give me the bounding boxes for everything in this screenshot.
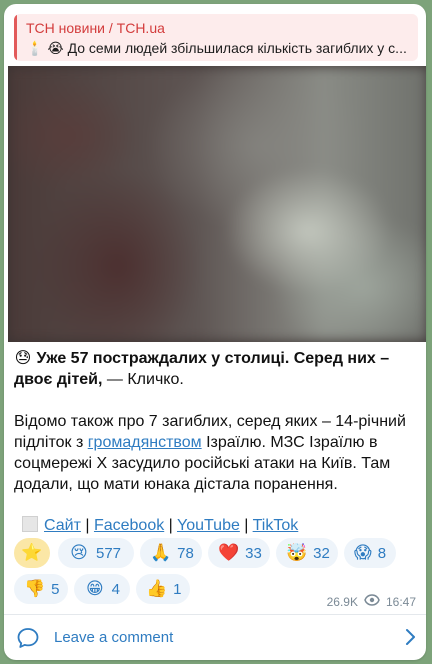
message-time: 16:47: [385, 594, 416, 609]
reaction-count: 32: [313, 544, 330, 562]
reply-quote[interactable]: ТСН новини / TCH.ua 🕯️ 😭 До семи людей з…: [14, 14, 418, 61]
separator: |: [164, 517, 177, 534]
sad-face-emoji: 😓: [14, 350, 32, 367]
reply-accent-bar: [14, 14, 17, 61]
reply-text: 🕯️ 😭 До семи людей збільшилася кількість…: [26, 40, 407, 56]
placeholder-square-icon: [22, 516, 38, 532]
reaction-star[interactable]: ⭐: [14, 538, 50, 568]
reaction-thumbs-up[interactable]: 👍 1: [136, 574, 190, 604]
view-count: 26.9K: [326, 594, 358, 609]
praying-hands-icon: 🙏: [150, 543, 172, 562]
reaction-count: 577: [96, 544, 122, 562]
paragraph-1: 😓 Уже 57 постраждалих у столиці. Серед н…: [14, 348, 418, 390]
comment-bubble-icon: [16, 627, 40, 654]
media-photo[interactable]: [8, 66, 426, 342]
eye-icon: [364, 594, 380, 609]
separator: |: [239, 517, 253, 534]
grinning-face-icon: 😁: [85, 579, 104, 598]
quote-attribution: — Кличко.: [102, 371, 184, 388]
comment-bar[interactable]: Leave a comment: [4, 615, 426, 660]
tiktok-link[interactable]: TikTok: [253, 517, 299, 534]
heart-icon: ❤️: [218, 543, 240, 562]
star-icon: ⭐: [21, 543, 43, 562]
mind-blown-icon: 🤯: [286, 543, 308, 562]
facebook-link[interactable]: Facebook: [94, 517, 164, 534]
reaction-count: 78: [177, 544, 194, 562]
bold-headline: Уже 57 постраждалих у столиці. Серед них…: [14, 350, 390, 388]
reaction-heart[interactable]: ❤️ 33: [208, 538, 270, 568]
youtube-link[interactable]: YouTube: [177, 517, 240, 534]
reaction-mind-blown[interactable]: 🤯 32: [276, 538, 338, 568]
message-text: 😓 Уже 57 постраждалих у столиці. Серед н…: [14, 348, 418, 495]
reaction-thumbs-down[interactable]: 👎 5: [14, 574, 68, 604]
citizenship-link[interactable]: громадянством: [88, 434, 202, 451]
message-meta: 26.9K 16:47: [327, 594, 416, 609]
reaction-crying[interactable]: 😢 577: [58, 538, 134, 568]
reaction-pray[interactable]: 🙏 78: [140, 538, 202, 568]
thumbs-up-icon: 👍: [146, 579, 168, 598]
reaction-count: 5: [51, 580, 60, 598]
crying-face-icon: 😢: [70, 543, 88, 562]
reaction-scream[interactable]: 😱 8: [344, 538, 396, 568]
thumbs-down-icon: 👎: [24, 579, 46, 598]
reaction-count: 8: [377, 544, 387, 562]
reply-author: ТСН новини / TCH.ua: [26, 20, 165, 36]
reaction-count: 33: [245, 544, 262, 562]
separator: |: [80, 517, 94, 534]
paragraph-2: Відомо також про 7 загиблих, серед яких …: [14, 411, 418, 495]
social-links: Сайт | Facebook | YouTube | TikTok: [22, 516, 298, 535]
reaction-count: 1: [173, 580, 182, 598]
reaction-count: 4: [111, 580, 120, 598]
site-link[interactable]: Сайт: [44, 517, 81, 534]
message-card: ТСН новини / TCH.ua 🕯️ 😭 До семи людей з…: [4, 4, 426, 660]
leave-comment-label: Leave a comment: [54, 629, 174, 646]
reaction-grin[interactable]: 😁 4: [74, 574, 130, 604]
chevron-right-icon: [404, 628, 416, 651]
screaming-face-icon: 😱: [354, 543, 372, 562]
blurred-image: [8, 66, 426, 342]
